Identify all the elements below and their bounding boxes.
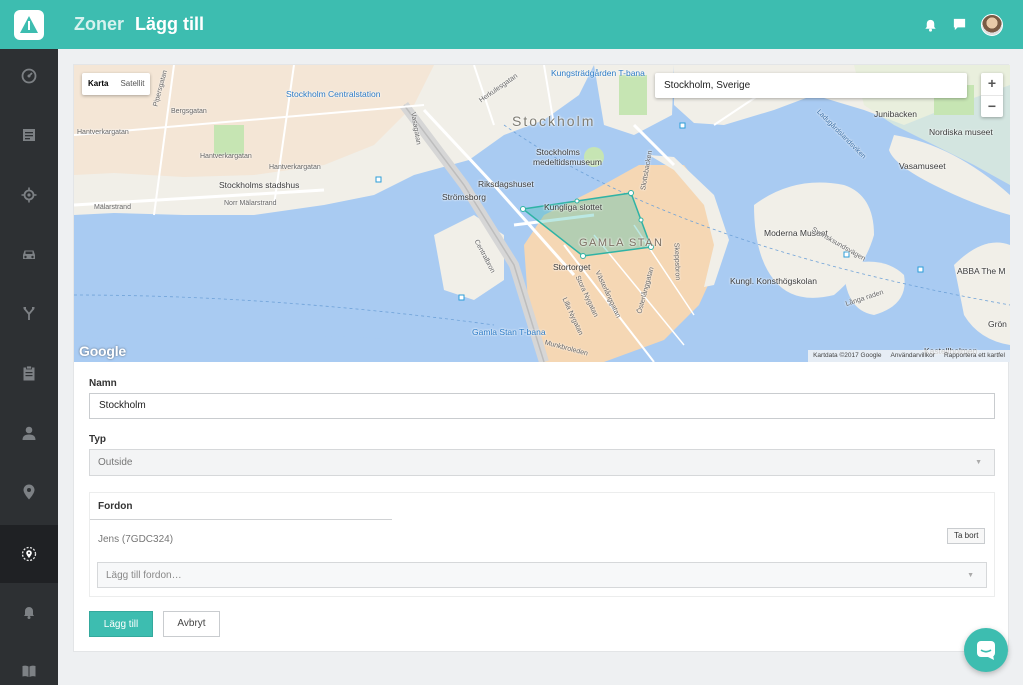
add-vehicle-select[interactable]: Lägg till fordon… ▼ (97, 562, 987, 588)
map-label: Gamla Stan T-bana (472, 327, 546, 337)
map-label: Bergsgatan (171, 108, 207, 115)
sidebar-item-users[interactable] (0, 404, 58, 462)
sidebar-item-routes[interactable] (0, 284, 58, 342)
car-icon (23, 250, 35, 259)
map-label: Hantverkargatan (269, 164, 321, 171)
map-label: Stockholms (536, 147, 580, 157)
bell-icon (24, 607, 34, 619)
book-icon (22, 665, 36, 677)
zoom-control: + − (981, 73, 1003, 117)
map-label: Stortorget (553, 262, 591, 272)
map-type-satellit[interactable]: Satellit (114, 73, 150, 95)
map[interactable]: Stockholm GAMLA STAN Kungliga slottet St… (74, 65, 1010, 362)
user-icon (22, 426, 36, 440)
logo (14, 9, 44, 40)
add-zone-button[interactable]: Lägg till (89, 611, 153, 637)
chevron-down-icon: ▼ (967, 572, 974, 579)
remove-vehicle-button[interactable]: Ta bort (947, 528, 986, 544)
vehicle-item: Jens (7GDC324) (98, 534, 174, 545)
bell-icon[interactable] (923, 17, 938, 32)
map-pin-icon (23, 484, 35, 500)
avatar[interactable] (981, 13, 1003, 36)
map-type-control: Karta Satellit (82, 73, 151, 95)
map-label: Riksdagshuset (478, 179, 534, 189)
chat-icon[interactable] (952, 17, 967, 32)
sidebar-item-logbook[interactable] (0, 344, 58, 402)
map-label: Nordiska museet (929, 127, 993, 137)
map-label: Strömsborg (442, 192, 486, 202)
sidebar-item-notifications[interactable] (0, 583, 58, 641)
map-label: Kungliga slottet (544, 202, 603, 212)
sidebar (0, 0, 58, 685)
clipboard-icon (23, 365, 35, 381)
vehicles-title: Fordon (98, 501, 133, 512)
chevron-down-icon: ▼ (975, 459, 982, 466)
top-header: Zoner Lägg till (58, 0, 1023, 49)
google-logo: Google (79, 343, 127, 359)
map-label: Vasamuseet (899, 161, 946, 171)
terms-link[interactable]: Användarvillkor (891, 350, 935, 362)
sidebar-item-dashboard[interactable] (0, 47, 58, 105)
map-label: Hantverkargatan (77, 129, 129, 136)
map-label: medeltidsmuseum (533, 157, 602, 167)
vehicles-panel: Fordon Jens (7GDC324) Ta bort Lägg till … (89, 492, 995, 597)
map-search-input[interactable]: Stockholm, Sverige (655, 73, 967, 98)
dashboard-icon (21, 68, 37, 84)
sidebar-item-reports[interactable] (0, 106, 58, 164)
logo-area[interactable] (0, 0, 58, 49)
map-label: Stockholms stadshus (219, 180, 300, 190)
sidebar-item-zones[interactable] (0, 525, 58, 583)
breadcrumb-zones[interactable]: Zoner (74, 14, 124, 35)
report-icon (23, 129, 35, 141)
zone-pin-icon (21, 546, 37, 562)
map-label: Hantverkargatan (200, 153, 252, 160)
map-label: Junibacken (874, 109, 918, 119)
crosshair-icon (21, 187, 37, 203)
map-label: Grön (988, 319, 1007, 329)
map-label: Mälarstrand (94, 204, 131, 211)
map-label: Stockholm (512, 113, 596, 129)
zone-form-card: Stockholm GAMLA STAN Kungliga slottet St… (73, 64, 1010, 652)
header-actions (923, 0, 1003, 49)
map-label: Kungsträdgården T-bana (551, 68, 645, 78)
route-icon (23, 307, 35, 320)
type-label: Typ (89, 434, 107, 445)
map-canvas[interactable] (74, 65, 1010, 362)
sidebar-item-guide[interactable] (0, 642, 58, 685)
name-label: Namn (89, 378, 117, 389)
report-error-link[interactable]: Rapportera ett kartfel (944, 350, 1005, 362)
sidebar-item-places[interactable] (0, 463, 58, 521)
add-vehicle-placeholder: Lägg till fordon… (106, 570, 182, 581)
divider (90, 519, 392, 520)
chat-bubble-icon (977, 641, 995, 660)
map-label: Skeppsbron (672, 242, 681, 281)
sidebar-item-tracking[interactable] (0, 166, 58, 224)
map-label: Norr Mälarstrand (224, 200, 277, 207)
map-data-credit: Kartdata ©2017 Google (813, 352, 882, 359)
zoom-out-button[interactable]: − (981, 95, 1003, 117)
map-label: GAMLA STAN (579, 237, 664, 249)
sidebar-item-vehicles[interactable] (0, 225, 58, 283)
cancel-button[interactable]: Avbryt (163, 611, 220, 637)
name-input[interactable]: Stockholm (89, 393, 995, 419)
map-label: Stockholm Centralstation (286, 89, 381, 99)
map-attribution: Kartdata ©2017 Google Användarvillkor Ra… (808, 350, 1010, 362)
zoom-in-button[interactable]: + (981, 73, 1003, 95)
map-label: ABBA The M (957, 266, 1006, 276)
type-select[interactable]: Outside ▼ (89, 449, 995, 476)
map-label: Kungl. Konsthögskolan (730, 276, 817, 286)
chat-widget-button[interactable] (964, 628, 1008, 672)
map-type-karta[interactable]: Karta (82, 73, 114, 95)
page-title: Lägg till (135, 14, 205, 34)
type-select-value: Outside (98, 457, 133, 468)
